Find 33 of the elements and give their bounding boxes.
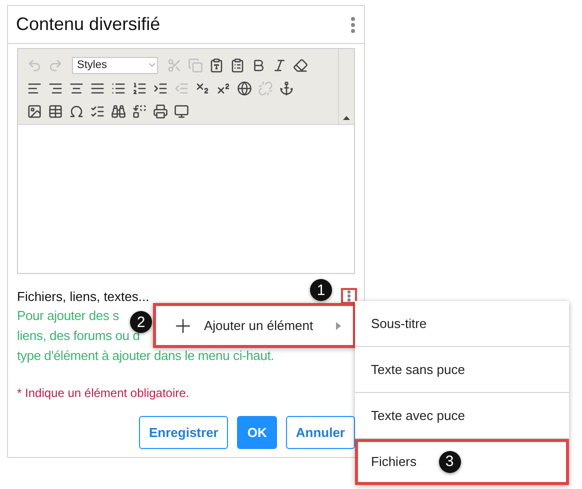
help-text: Pour ajouter des s <box>17 307 119 325</box>
printer-icon[interactable] <box>152 102 169 120</box>
collapse-icon[interactable] <box>343 116 350 120</box>
section-label: Fichiers, liens, textes... <box>17 288 150 304</box>
styles-dropdown[interactable]: Styles <box>72 56 158 74</box>
action-button[interactable]: Enregistrer <box>139 416 228 449</box>
submenu-item[interactable]: Texte avec puce <box>355 393 569 439</box>
submenu-item-label: Sous-titre <box>371 316 427 331</box>
help-text: type d'élément à ajouter dans le menu ci-haut. <box>17 347 274 365</box>
submenu-item[interactable]: Texte sans puce <box>355 347 569 393</box>
eraser-icon[interactable] <box>292 56 309 74</box>
submenu-item[interactable]: Fichiers 3 <box>355 439 569 485</box>
anchor-icon[interactable] <box>278 80 295 96</box>
globe-icon[interactable] <box>236 80 253 96</box>
image-icon[interactable] <box>26 102 43 120</box>
clipboard-icon[interactable] <box>229 56 246 74</box>
menu-item[interactable]: Ajouter un élément <box>153 303 356 348</box>
clipboard-icon[interactable] <box>208 56 225 74</box>
rich-text-editor[interactable]: Styles <box>17 48 355 274</box>
monitor-icon[interactable] <box>173 102 190 120</box>
submenu-item-label: Texte avec puce <box>371 408 465 423</box>
card-title: Contenu diversifié <box>16 14 160 35</box>
required-note: * Indique un élément obligatoire. <box>17 386 190 400</box>
table-icon[interactable] <box>47 102 64 120</box>
menu-item-label: Ajouter un élément <box>204 318 314 333</box>
caret-icon <box>336 322 341 330</box>
submenu-item[interactable]: Sous-titre <box>355 301 569 347</box>
submenu-item-label: Fichiers <box>371 454 417 469</box>
binoculars-icon[interactable] <box>110 102 127 120</box>
action-button[interactable]: Annuler <box>286 416 355 449</box>
replace-icon[interactable] <box>131 102 148 120</box>
step-number: 3 <box>438 450 461 472</box>
submenu-item-label: Texte sans puce <box>371 362 465 377</box>
